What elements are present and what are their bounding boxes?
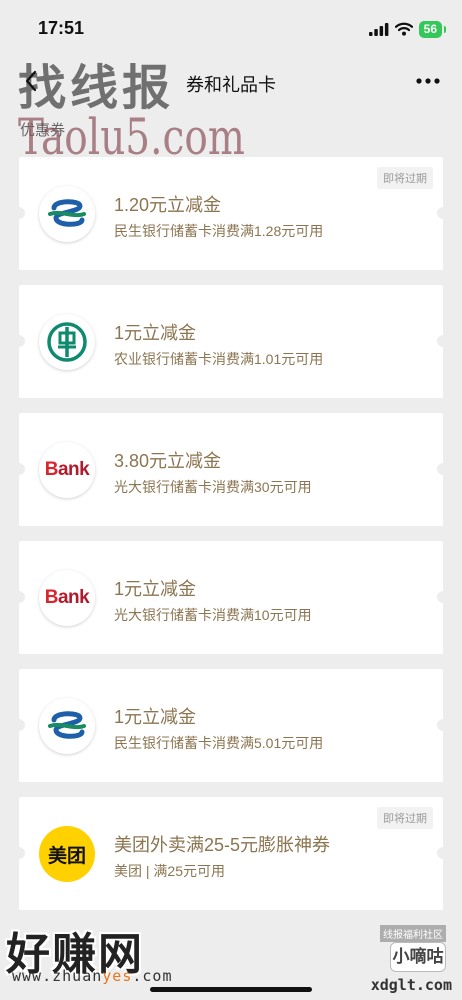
wifi-icon [394, 22, 413, 36]
home-indicator[interactable] [150, 987, 312, 992]
coupon-title: 1元立减金 [114, 707, 197, 727]
cebbank-logo-text: Bank [44, 459, 90, 480]
expiring-badge: 即将过期 [377, 167, 433, 189]
page-title: 券和礼品卡 [186, 75, 276, 95]
coupon-card[interactable]: Bank 1元立减金 光大银行储蓄卡消费满10元可用 [13, 541, 449, 654]
coupon-condition: 农业银行储蓄卡消费满1.01元可用 [114, 351, 324, 367]
status-icons: 56 [368, 20, 447, 38]
coupon-card[interactable]: 美团 美团外卖满25-5元膨胀神券 美团 | 满25元可用 即将过期 [13, 797, 449, 910]
cmbc-icon [48, 199, 86, 227]
coupon-title: 1元立减金 [114, 579, 197, 599]
coupon-title: 3.80元立减金 [114, 451, 222, 471]
coupon-card[interactable]: 1元立减金 农业银行储蓄卡消费满1.01元可用 [13, 285, 449, 398]
watermark-xdglt: xdglt.com [370, 976, 452, 994]
abc-icon [47, 322, 87, 362]
signal-icon [368, 22, 389, 36]
watermark-url: www.zhuanyes.com [12, 967, 173, 985]
watermark-xiaodigu: 小嘀咕 [390, 942, 446, 972]
cebbank-logo: Bank [39, 570, 95, 626]
nav-bar: 券和礼品卡 [0, 56, 462, 106]
coupon-card[interactable]: Bank 3.80元立减金 光大银行储蓄卡消费满30元可用 [13, 413, 449, 526]
watermark-url-prefix: www.zhuan [12, 967, 103, 985]
chevron-left-icon [25, 70, 37, 92]
status-time: 17:51 [38, 18, 85, 38]
more-icon [416, 78, 440, 84]
back-button[interactable] [14, 64, 48, 98]
cmbc-logo [39, 698, 95, 754]
cebbank-logo-text: Bank [44, 587, 90, 608]
cmbc-icon [48, 711, 86, 739]
cebbank-logo: Bank [39, 442, 95, 498]
watermark-url-highlight: yes [102, 967, 133, 985]
meituan-logo-text: 美团 [47, 845, 86, 867]
coupon-title: 1.20元立减金 [114, 195, 222, 215]
abc-logo [39, 314, 95, 370]
battery-indicator: 56 [418, 20, 447, 38]
coupon-condition: 民生银行储蓄卡消费满5.01元可用 [114, 735, 324, 751]
watermark-community: 线报福利社区 [380, 925, 446, 942]
status-bar: 17:51 56 [0, 0, 462, 56]
meituan-logo: 美团 [39, 826, 95, 882]
coupon-condition: 光大银行储蓄卡消费满30元可用 [114, 479, 312, 495]
section-label-coupons: 优惠券 [20, 122, 66, 139]
expiring-badge: 即将过期 [377, 807, 433, 829]
watermark-haozhuanwang: 好赚网 [6, 930, 144, 979]
more-button[interactable] [412, 66, 444, 96]
coupon-condition: 美团 | 满25元可用 [114, 863, 225, 879]
coupon-title: 1元立减金 [114, 323, 197, 343]
coupon-card[interactable]: 1.20元立减金 民生银行储蓄卡消费满1.28元可用 即将过期 [13, 157, 449, 270]
coupon-condition: 民生银行储蓄卡消费满1.28元可用 [114, 223, 324, 239]
coupon-condition: 光大银行储蓄卡消费满10元可用 [114, 607, 312, 623]
coupon-card[interactable]: 1元立减金 民生银行储蓄卡消费满5.01元可用 [13, 669, 449, 782]
cmbc-logo [39, 186, 95, 242]
watermark-url-suffix: .com [132, 967, 173, 985]
coupon-title: 美团外卖满25-5元膨胀神券 [114, 835, 331, 855]
